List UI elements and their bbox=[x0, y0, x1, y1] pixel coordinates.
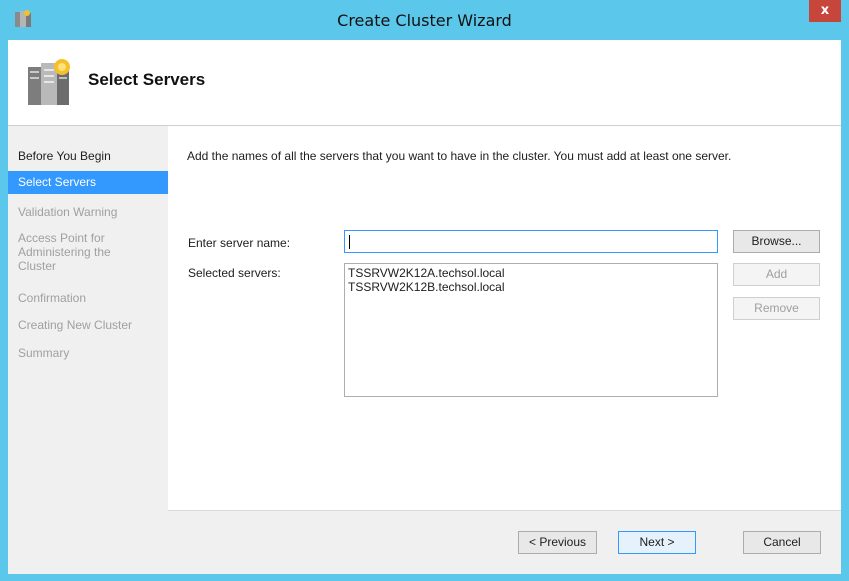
title-bar[interactable]: Create Cluster Wizard x bbox=[0, 0, 849, 40]
server-name-label: Enter server name: bbox=[188, 236, 291, 250]
step-confirmation: Confirmation bbox=[18, 291, 87, 305]
server-name-input[interactable] bbox=[344, 230, 718, 253]
add-button[interactable]: Add bbox=[733, 263, 820, 286]
wizard-footer: < Previous Next > Cancel bbox=[168, 511, 841, 574]
page-title: Select Servers bbox=[88, 70, 206, 89]
step-validation-warning: Validation Warning bbox=[18, 205, 118, 219]
remove-button[interactable]: Remove bbox=[733, 297, 820, 320]
servers-icon bbox=[28, 59, 70, 105]
instructions-text: Add the names of all the servers that yo… bbox=[187, 149, 732, 163]
wizard-header: Select Servers bbox=[8, 40, 841, 126]
step-before-you-begin[interactable]: Before You Begin bbox=[8, 149, 168, 163]
previous-button[interactable]: < Previous bbox=[518, 531, 597, 554]
step-summary: Summary bbox=[18, 346, 70, 360]
wizard-window: Create Cluster Wizard x Select Servers B… bbox=[0, 0, 849, 581]
next-button[interactable]: Next > bbox=[618, 531, 696, 554]
wizard-steps-sidebar: Before You Begin Select Servers Validati… bbox=[8, 126, 168, 574]
browse-button[interactable]: Browse... bbox=[733, 230, 820, 253]
selected-servers-list[interactable]: TSSRVW2K12A.techsol.local TSSRVW2K12B.te… bbox=[344, 263, 718, 397]
list-item[interactable]: TSSRVW2K12A.techsol.local bbox=[348, 266, 717, 280]
cancel-button[interactable]: Cancel bbox=[743, 531, 821, 554]
close-button[interactable]: x bbox=[809, 0, 841, 22]
wizard-client-area: Select Servers Before You Begin Select S… bbox=[8, 40, 841, 574]
window-title: Create Cluster Wizard bbox=[337, 11, 512, 30]
list-item[interactable]: TSSRVW2K12B.techsol.local bbox=[348, 280, 717, 294]
step-access-point: Access Point for Administering the Clust… bbox=[18, 231, 111, 273]
selected-servers-label: Selected servers: bbox=[188, 266, 281, 280]
wizard-main-panel: Add the names of all the servers that yo… bbox=[168, 126, 841, 574]
step-select-servers[interactable]: Select Servers bbox=[8, 171, 168, 194]
text-caret bbox=[349, 235, 350, 249]
step-creating-new-cluster: Creating New Cluster bbox=[18, 318, 133, 332]
